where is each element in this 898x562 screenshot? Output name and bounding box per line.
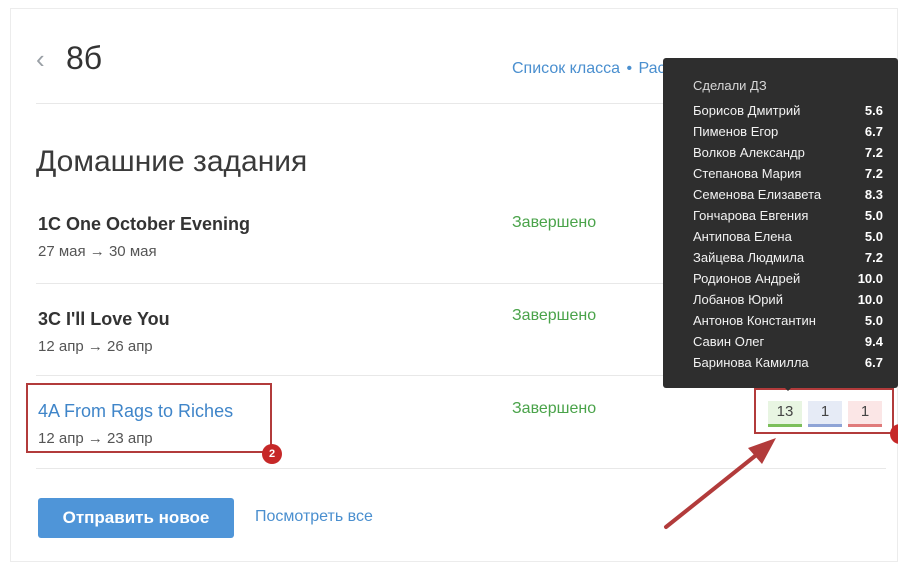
student-name: Баринова Камилла [693, 355, 809, 370]
tooltip-row: Семенова Елизавета 8.3 [693, 184, 883, 205]
tooltip-row: Савин Олег 9.4 [693, 331, 883, 352]
tooltip-pointer [781, 384, 795, 391]
tooltip-row: Гончарова Евгения 5.0 [693, 205, 883, 226]
student-score: 5.0 [864, 229, 883, 244]
student-score: 7.2 [864, 166, 883, 181]
student-score: 9.4 [864, 334, 883, 349]
tooltip-row: Антипова Елена 5.0 [693, 226, 883, 247]
student-score: 7.2 [864, 145, 883, 160]
student-score: 5.0 [864, 208, 883, 223]
tooltip-row: Родионов Андрей 10.0 [693, 268, 883, 289]
student-name: Родионов Андрей [693, 271, 801, 286]
view-all-link[interactable]: Посмотреть все [255, 508, 373, 526]
student-score: 10.0 [857, 292, 883, 307]
tooltip-row: Степанова Мария 7.2 [693, 163, 883, 184]
send-new-button[interactable]: Отправить новое [38, 498, 234, 538]
student-score: 6.7 [864, 355, 883, 370]
tooltip-row: Зайцева Людмила 7.2 [693, 247, 883, 268]
student-name: Савин Олег [693, 334, 765, 349]
tooltip-student-list: Борисов Дмитрий 5.6 Пименов Егор 6.7 Волков … [693, 100, 883, 373]
student-score: 7.2 [864, 250, 883, 265]
tooltip-row: Антонов Константин 5.0 [693, 310, 883, 331]
student-score: 10.0 [857, 271, 883, 286]
student-score: 8.3 [864, 187, 883, 202]
student-name: Борисов Дмитрий [693, 103, 801, 118]
student-score: 6.7 [864, 124, 883, 139]
tooltip-row: Баринова Камилла 6.7 [693, 352, 883, 373]
completed-tooltip: Сделали ДЗ Борисов Дмитрий 5.6 Пименов Его… [663, 58, 898, 391]
tooltip-row: Волков Александр 7.2 [693, 142, 883, 163]
student-name: Волков Александр [693, 145, 805, 160]
student-name: Антипова Елена [693, 229, 792, 244]
student-name: Семенова Елизавета [693, 187, 822, 202]
student-name: Зайцева Людмила [693, 250, 805, 265]
tooltip-row: Пименов Егор 6.7 [693, 121, 883, 142]
student-name: Пименов Егор [693, 124, 779, 139]
tooltip-row: Борисов Дмитрий 5.6 [693, 100, 883, 121]
tooltip-row: Лобанов Юрий 10.0 [693, 289, 883, 310]
student-name: Лобанов Юрий [693, 292, 783, 307]
student-name: Гончарова Евгения [693, 208, 809, 223]
student-score: 5.6 [864, 103, 883, 118]
student-score: 5.0 [864, 313, 883, 328]
tooltip-header: Сделали ДЗ [693, 78, 767, 93]
student-name: Степанова Мария [693, 166, 802, 181]
student-name: Антонов Константин [693, 313, 816, 328]
